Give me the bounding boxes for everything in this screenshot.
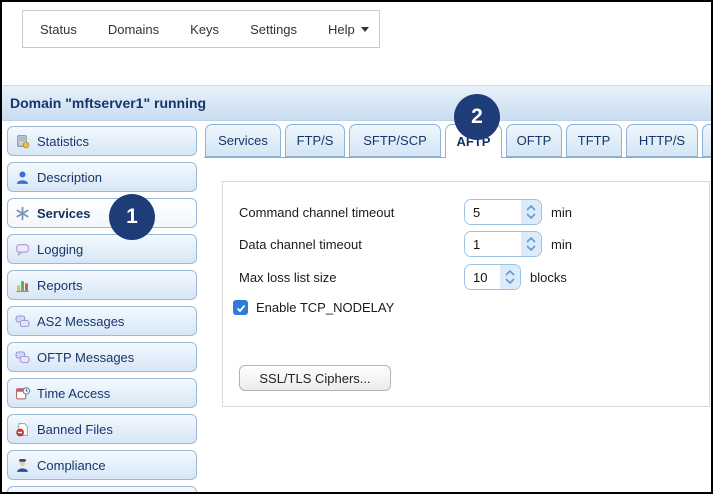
app-window: Status Domains Keys Settings Help Domain…: [0, 0, 713, 494]
tab-label: HTTP/S: [638, 133, 686, 148]
form-row-command-timeout: Command channel timeout min: [239, 199, 572, 225]
sidebar-item-label: Logging: [37, 241, 84, 257]
sidebar-item-label: Statistics: [37, 133, 90, 149]
sidebar-item-label: OFTP Messages: [37, 349, 135, 365]
tab-tftp[interactable]: TFTP: [566, 124, 622, 157]
menubar: Status Domains Keys Settings Help: [22, 10, 380, 48]
tab-label: SFTP/SCP: [363, 133, 427, 148]
sidebar-item-banned-files[interactable]: Banned Files: [7, 414, 197, 444]
description-icon: [15, 170, 30, 185]
aftp-settings-fieldset: Command channel timeout min Data channel…: [222, 181, 710, 407]
statistics-icon: [15, 134, 30, 149]
domain-status-text: Domain "mftserver1" running: [10, 95, 207, 111]
domain-status-bar: Domain "mftserver1" running: [2, 85, 711, 121]
chevron-up-icon[interactable]: [505, 270, 515, 276]
annotation-step-2-badge: 2: [454, 94, 500, 140]
sidebar: Statistics Description Services Logging …: [7, 126, 197, 492]
banned-files-icon: [15, 422, 30, 437]
sidebar-item-label: Compliance: [37, 457, 106, 473]
form-row-data-timeout: Data channel timeout min: [239, 231, 572, 257]
command-timeout-spinner: [464, 199, 542, 225]
sidebar-item-label: Banned Files: [37, 421, 113, 437]
check-icon: [236, 304, 245, 312]
spinner-buttons[interactable]: [521, 232, 541, 256]
tab-sftp-scp[interactable]: SFTP/SCP: [349, 124, 441, 157]
tcp-nodelay-row: Enable TCP_NODELAY: [233, 300, 394, 315]
sidebar-item-services[interactable]: Services: [7, 198, 197, 228]
command-timeout-unit: min: [551, 204, 572, 220]
data-timeout-spinner: [464, 231, 542, 257]
tab-partial[interactable]: [702, 124, 711, 157]
sidebar-item-label: Description: [37, 169, 103, 185]
max-loss-label: Max loss list size: [239, 269, 337, 285]
form-row-max-loss: Max loss list size blocks: [239, 264, 567, 290]
max-loss-unit: blocks: [530, 269, 567, 285]
chevron-down-icon[interactable]: [526, 245, 536, 251]
ssl-tls-ciphers-button[interactable]: SSL/TLS Ciphers...: [239, 365, 391, 391]
spinner-buttons[interactable]: [521, 200, 541, 224]
max-loss-input[interactable]: [465, 265, 500, 289]
sidebar-item-reports[interactable]: Reports: [7, 270, 197, 300]
reports-icon: [15, 278, 30, 293]
services-icon: [15, 206, 30, 221]
tab-https[interactable]: HTTP/S: [626, 124, 698, 157]
annotation-step-1-badge: 1: [109, 194, 155, 240]
sidebar-item-compliance[interactable]: Compliance: [7, 450, 197, 480]
tcp-nodelay-checkbox[interactable]: [233, 300, 248, 315]
menu-item-keys[interactable]: Keys: [190, 22, 219, 37]
sidebar-item-description[interactable]: Description: [7, 162, 197, 192]
spinner-buttons[interactable]: [500, 265, 520, 289]
tcp-nodelay-label: Enable TCP_NODELAY: [256, 300, 395, 315]
tab-oftp[interactable]: OFTP: [506, 124, 562, 157]
chevron-down-icon[interactable]: [526, 213, 536, 219]
data-timeout-label: Data channel timeout: [239, 236, 362, 252]
menu-item-help[interactable]: Help: [328, 22, 369, 37]
max-loss-spinner: [464, 264, 521, 290]
time-access-icon: [15, 386, 30, 401]
tab-label: OFTP: [516, 133, 552, 148]
logging-icon: [15, 242, 30, 257]
sidebar-item-partial[interactable]: [7, 486, 197, 492]
sidebar-item-label: AS2 Messages: [37, 313, 125, 329]
caret-down-icon: [360, 26, 369, 32]
tab-services[interactable]: Services: [205, 124, 281, 157]
sidebar-item-logging[interactable]: Logging: [7, 234, 197, 264]
tab-ftps[interactable]: FTP/S: [285, 124, 345, 157]
tab-label: FTP/S: [296, 133, 334, 148]
menu-item-settings[interactable]: Settings: [250, 22, 297, 37]
sidebar-item-time-access[interactable]: Time Access: [7, 378, 197, 408]
chevron-up-icon[interactable]: [526, 205, 536, 211]
sidebar-item-statistics[interactable]: Statistics: [7, 126, 197, 156]
command-timeout-input[interactable]: [465, 200, 521, 224]
menu-item-domains[interactable]: Domains: [108, 22, 159, 37]
messages-icon: [15, 350, 30, 365]
menu-item-status[interactable]: Status: [40, 22, 77, 37]
sidebar-item-label: Time Access: [37, 385, 111, 401]
menu-item-help-label: Help: [328, 21, 355, 37]
sidebar-item-label: Services: [37, 205, 91, 221]
compliance-icon: [15, 458, 30, 473]
tab-label: TFTP: [577, 133, 611, 148]
sidebar-item-label: Reports: [37, 277, 83, 293]
chevron-up-icon[interactable]: [526, 237, 536, 243]
command-timeout-label: Command channel timeout: [239, 204, 395, 220]
data-timeout-unit: min: [551, 236, 572, 252]
data-timeout-input[interactable]: [465, 232, 521, 256]
messages-icon: [15, 314, 30, 329]
aftp-settings-panel: Command channel timeout min Data channel…: [204, 157, 711, 492]
chevron-down-icon[interactable]: [505, 278, 515, 284]
sidebar-item-as2-messages[interactable]: AS2 Messages: [7, 306, 197, 336]
sidebar-item-oftp-messages[interactable]: OFTP Messages: [7, 342, 197, 372]
tab-label: Services: [218, 133, 268, 148]
